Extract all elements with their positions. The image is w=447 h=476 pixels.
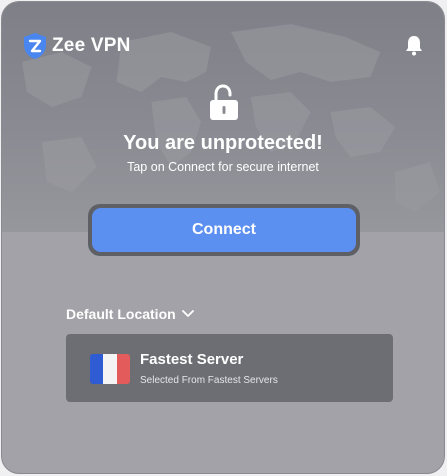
server-subtitle: Selected From Fastest Servers <box>140 375 278 386</box>
server-card[interactable]: Fastest Server Selected From Fastest Ser… <box>66 334 393 402</box>
server-name: Fastest Server <box>140 351 244 368</box>
shield-logo-icon <box>24 33 46 59</box>
france-flag-icon <box>90 354 130 384</box>
status-subtitle: Tap on Connect for secure internet <box>127 160 319 174</box>
default-location-dropdown[interactable]: Default Location <box>66 306 194 322</box>
status-title: You are unprotected! <box>123 132 323 154</box>
connect-button[interactable]: Connect <box>92 208 356 252</box>
app-header: Zee VPN <box>22 32 131 60</box>
flag-stripe-white <box>103 354 117 384</box>
flag-stripe-blue <box>90 354 104 384</box>
bell-icon[interactable] <box>404 34 424 56</box>
default-location-label: Default Location <box>66 306 176 322</box>
vpn-app-window: Zee VPN You are unprotected! Tap on Conn… <box>1 1 445 474</box>
chevron-down-icon <box>181 310 194 317</box>
unlocked-padlock-icon <box>210 84 238 120</box>
status-hero: Zee VPN You are unprotected! Tap on Conn… <box>2 2 444 232</box>
flag-stripe-red <box>116 354 130 384</box>
connect-button-frame: Connect <box>88 204 360 256</box>
brand-name: Zee VPN <box>52 35 131 56</box>
